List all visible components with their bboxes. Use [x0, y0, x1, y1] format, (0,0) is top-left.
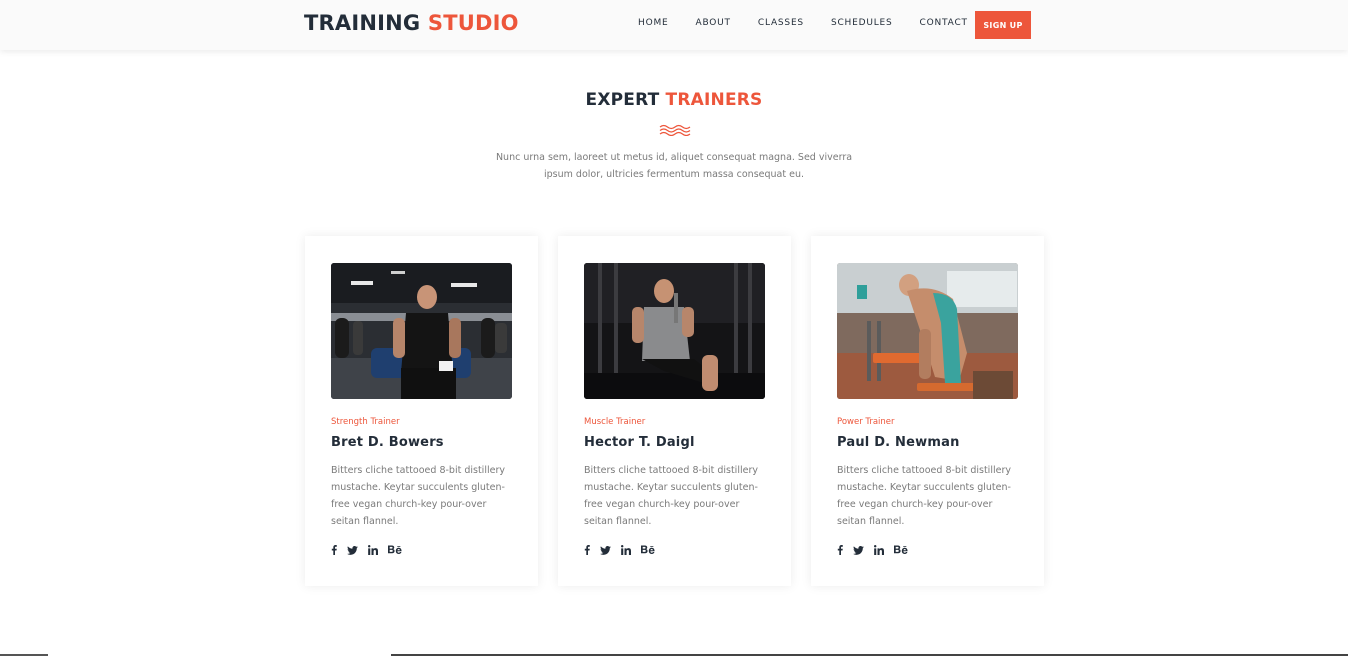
- trainer-card: Strength Trainer Bret D. Bowers Bitters …: [305, 236, 538, 586]
- linkedin-icon[interactable]: [874, 543, 884, 557]
- trainer-bio: Bitters cliche tattooed 8-bit distillery…: [837, 465, 1011, 527]
- main-nav: HOME ABOUT CLASSES SCHEDULES CONTACT: [638, 18, 968, 28]
- logo[interactable]: TRAINING STUDIO: [304, 11, 519, 35]
- gym-photo-power: [837, 263, 1018, 399]
- wave-divider-icon: [659, 124, 691, 136]
- logo-primary: TRAINING: [304, 11, 421, 35]
- trainer-card: Power Trainer Paul D. Newman Bitters cli…: [811, 236, 1044, 586]
- linkedin-icon[interactable]: [621, 543, 631, 557]
- trainer-bio: Bitters cliche tattooed 8-bit distillery…: [584, 465, 758, 527]
- trainer-role: Strength Trainer: [331, 417, 400, 427]
- trainer-role: Power Trainer: [837, 417, 895, 427]
- trainer-name: Bret D. Bowers: [331, 435, 444, 450]
- nav-classes[interactable]: CLASSES: [758, 18, 804, 28]
- trainer-photo: [837, 263, 1018, 399]
- sign-up-button[interactable]: SIGN UP: [975, 11, 1031, 39]
- trainer-photo: [331, 263, 512, 399]
- facebook-icon[interactable]: [331, 543, 337, 557]
- gym-photo-strength: [331, 263, 512, 399]
- twitter-icon[interactable]: [600, 543, 611, 557]
- section-description: Nunc urna sem, laoreet ut metus id, aliq…: [495, 152, 853, 180]
- nav-schedules[interactable]: SCHEDULES: [831, 18, 893, 28]
- behance-icon[interactable]: [894, 543, 908, 557]
- site-header: TRAINING STUDIO HOME ABOUT CLASSES SCHED…: [0, 0, 1348, 50]
- trainer-role: Muscle Trainer: [584, 417, 646, 427]
- nav-about[interactable]: ABOUT: [696, 18, 731, 28]
- facebook-icon[interactable]: [837, 543, 843, 557]
- trainer-name: Hector T. Daigl: [584, 435, 695, 450]
- section-title: EXPERT TRAINERS: [0, 90, 1348, 110]
- social-links: [837, 543, 918, 557]
- trainer-name: Paul D. Newman: [837, 435, 960, 450]
- twitter-icon[interactable]: [853, 543, 864, 557]
- section-title-accent: TRAINERS: [665, 90, 763, 110]
- behance-icon[interactable]: [388, 543, 402, 557]
- section-title-primary: EXPERT: [585, 90, 660, 110]
- social-links: [331, 543, 412, 557]
- twitter-icon[interactable]: [347, 543, 358, 557]
- nav-home[interactable]: HOME: [638, 18, 669, 28]
- logo-accent: STUDIO: [427, 11, 519, 35]
- trainer-bio: Bitters cliche tattooed 8-bit distillery…: [331, 465, 505, 527]
- trainer-photo: [584, 263, 765, 399]
- gym-photo-muscle: [584, 263, 765, 399]
- trainer-card: Muscle Trainer Hector T. Daigl Bitters c…: [558, 236, 791, 586]
- behance-icon[interactable]: [641, 543, 655, 557]
- social-links: [584, 543, 665, 557]
- linkedin-icon[interactable]: [368, 543, 378, 557]
- facebook-icon[interactable]: [584, 543, 590, 557]
- nav-contact[interactable]: CONTACT: [920, 18, 968, 28]
